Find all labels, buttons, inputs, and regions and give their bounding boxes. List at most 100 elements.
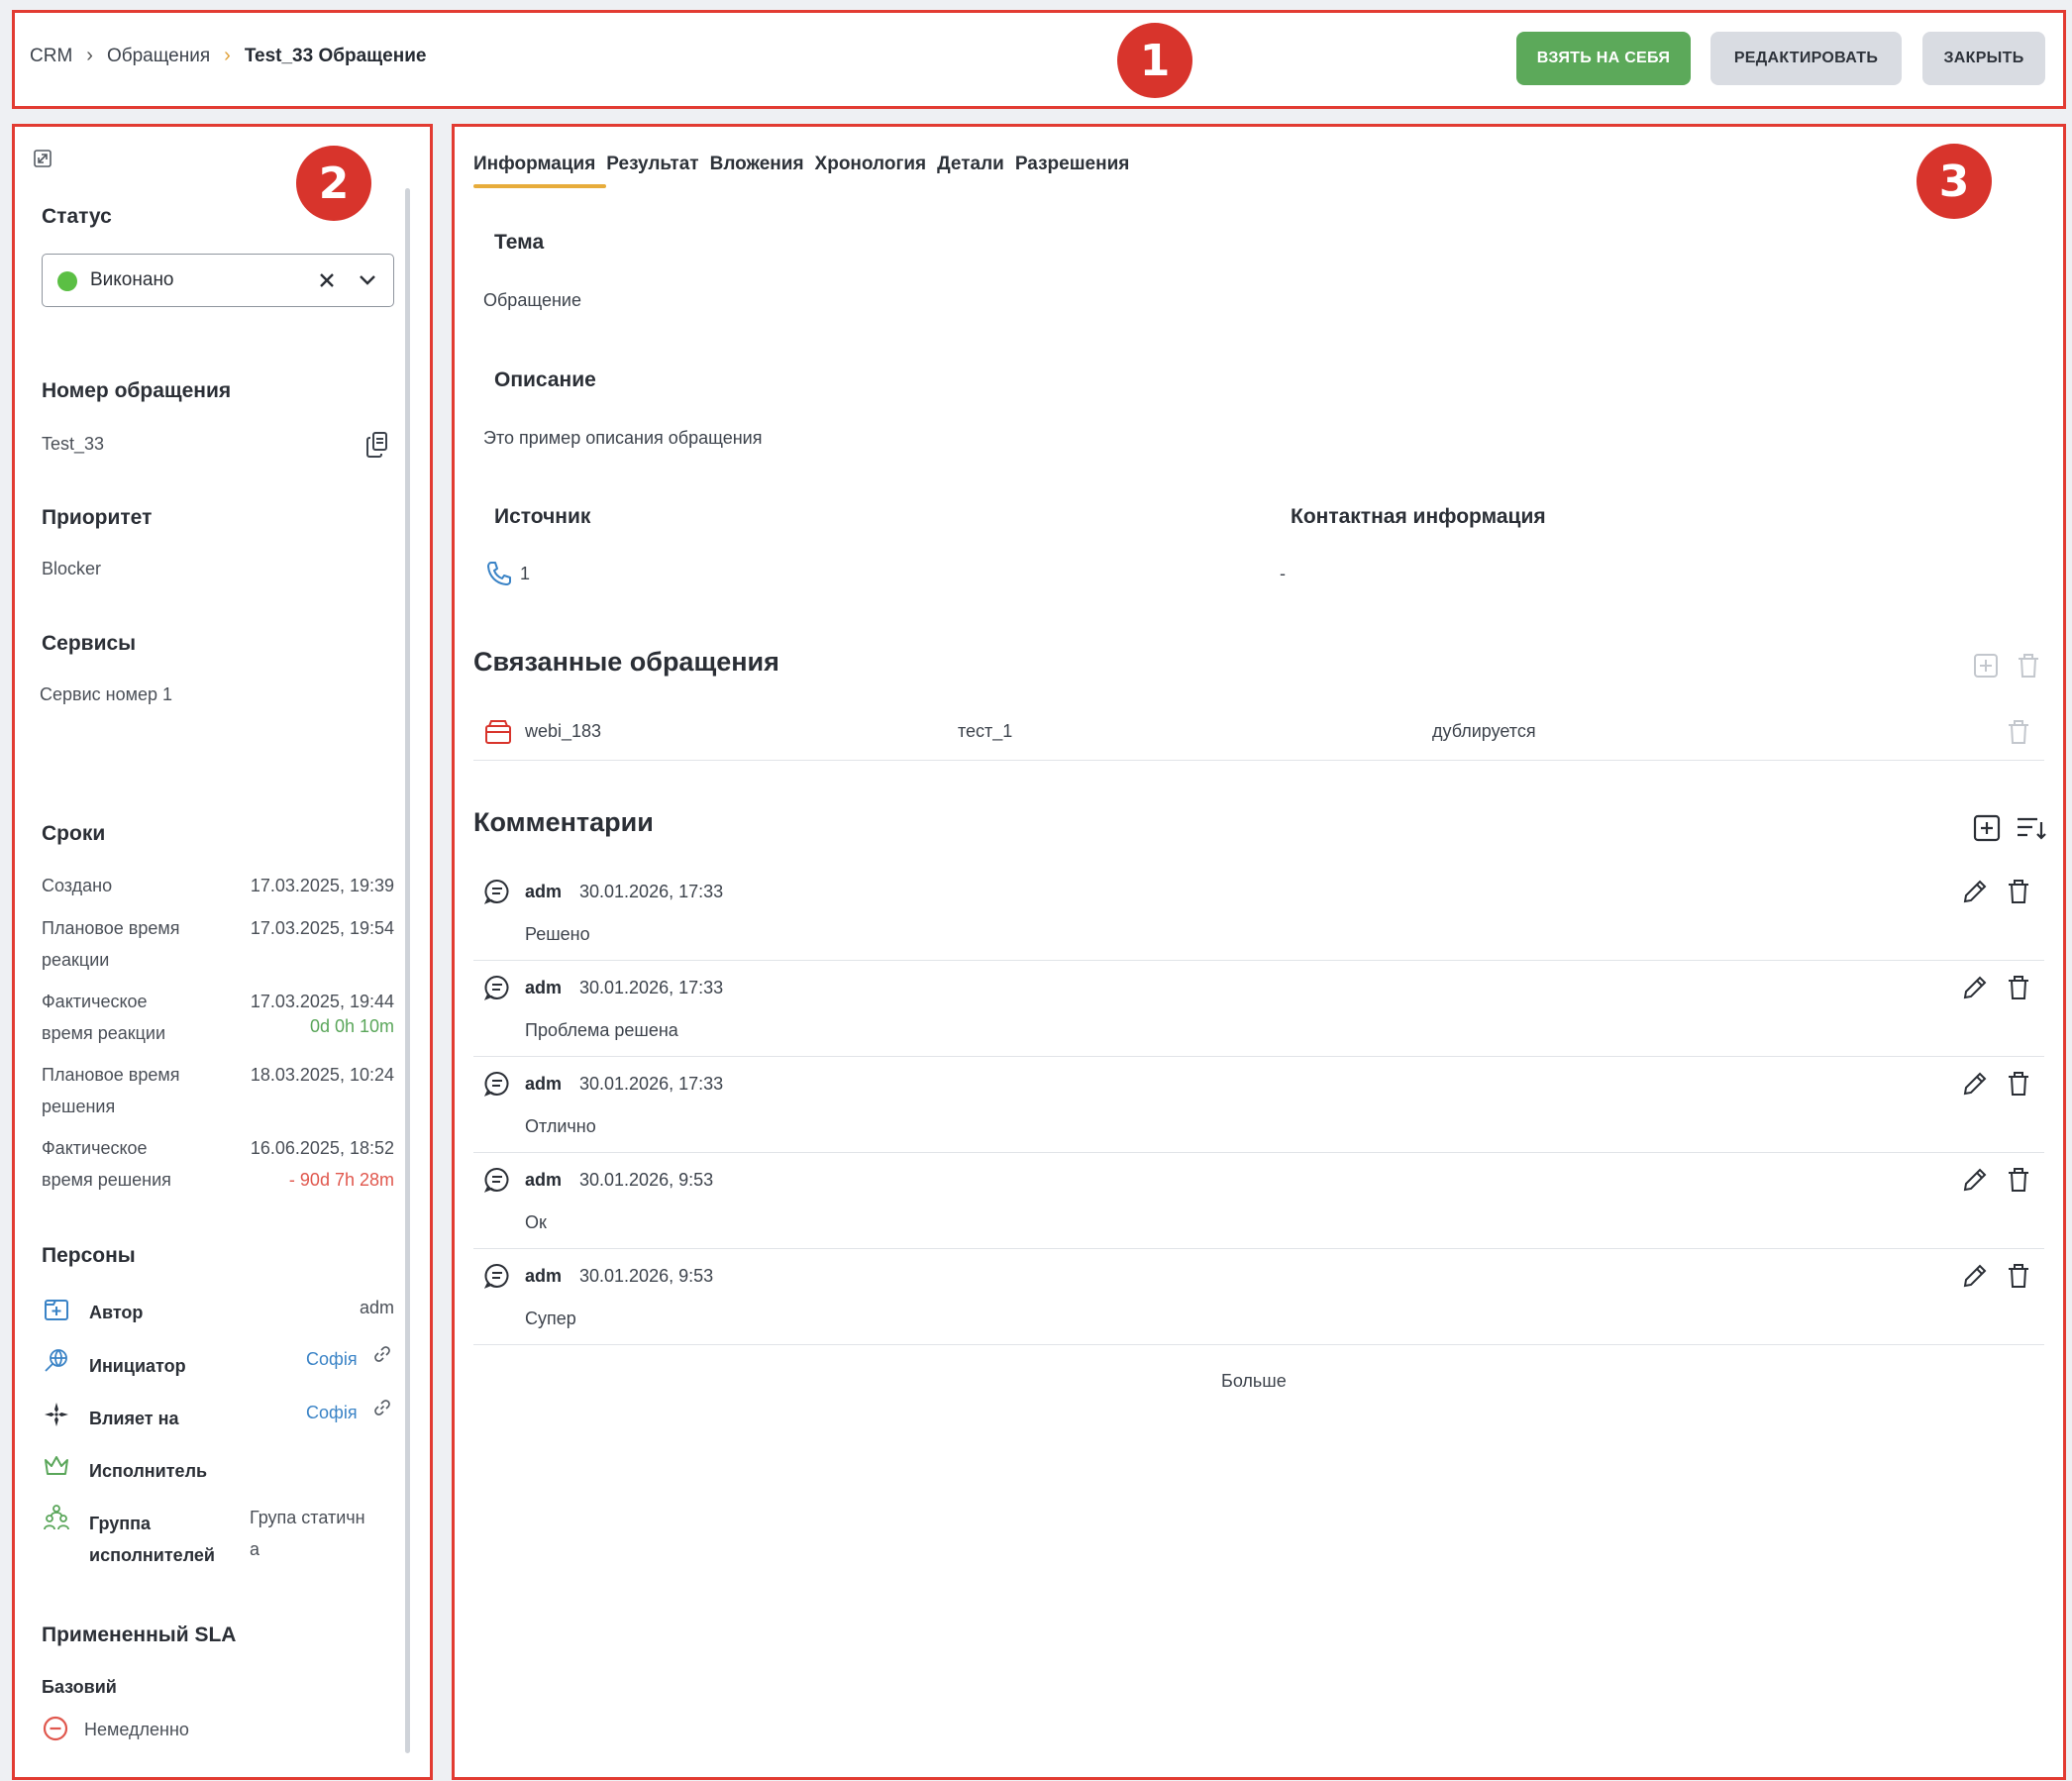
comment-author: adm xyxy=(525,1170,563,1190)
comment-author: adm xyxy=(525,978,563,997)
chevron-down-icon[interactable] xyxy=(358,272,377,288)
priority-value: Blocker xyxy=(42,559,102,578)
affects-link[interactable]: Софія xyxy=(306,1403,358,1423)
services-label: Сервисы xyxy=(42,632,137,655)
edit-icon[interactable] xyxy=(1961,1070,1989,1098)
add-comment-icon[interactable] xyxy=(1973,814,2001,842)
comment-icon xyxy=(483,1070,511,1098)
divider xyxy=(473,1152,2044,1153)
actual-solution-label-2: время решения xyxy=(42,1170,171,1190)
tab-attachments[interactable]: Вложения xyxy=(710,154,804,175)
related-title: Связанные обращения xyxy=(473,647,779,677)
comment-icon xyxy=(483,1166,511,1194)
related-name: тест_1 xyxy=(958,721,1013,741)
annotation-badge-1: 1 xyxy=(1117,23,1192,98)
priority-label: Приоритет xyxy=(42,506,153,529)
comment-text: Решено xyxy=(525,924,590,944)
clear-icon[interactable] xyxy=(318,271,336,289)
topic-value: Обращение xyxy=(483,290,581,310)
tab-result[interactable]: Результат xyxy=(606,154,698,175)
link-icon[interactable] xyxy=(374,1346,390,1362)
divider xyxy=(473,1056,2044,1057)
affects-icon xyxy=(43,1401,70,1428)
delete-icon[interactable] xyxy=(2006,974,2031,1001)
actual-reaction-label-2: время реакции xyxy=(42,1023,166,1043)
comment-icon xyxy=(483,878,511,905)
sort-icon[interactable] xyxy=(2016,814,2047,842)
left-panel-scrollbar[interactable] xyxy=(405,188,410,1753)
delete-icon[interactable] xyxy=(2006,1166,2031,1194)
edit-icon[interactable] xyxy=(1961,974,1989,1001)
related-id[interactable]: webi_183 xyxy=(525,721,601,742)
group-icon xyxy=(43,1504,70,1531)
author-value: adm xyxy=(359,1298,394,1317)
planned-solution-label-2: решения xyxy=(42,1097,116,1116)
tab-permissions[interactable]: Разрешения xyxy=(1015,154,1129,175)
status-select[interactable]: Виконано xyxy=(42,254,394,307)
tabs: Информация Результат Вложения Хронология… xyxy=(473,154,1129,175)
edit-button[interactable]: РЕДАКТИРОВАТЬ xyxy=(1710,32,1902,85)
comment-icon xyxy=(483,974,511,1001)
tab-information[interactable]: Информация xyxy=(473,154,595,175)
services-value: Сервис номер 1 xyxy=(40,684,172,704)
crown-icon xyxy=(43,1453,70,1479)
status-value: Виконано xyxy=(90,269,174,290)
delete-icon[interactable] xyxy=(2006,718,2031,746)
annotation-badge-3: 3 xyxy=(1917,144,1992,219)
comment-author: adm xyxy=(525,1074,563,1094)
author-icon xyxy=(43,1295,70,1322)
actual-solution-label: Фактическое xyxy=(42,1138,148,1158)
comment-icon xyxy=(483,1262,511,1290)
link-icon[interactable] xyxy=(374,1400,390,1415)
comment-author: adm xyxy=(525,882,563,901)
divider xyxy=(473,1344,2044,1345)
breadcrumb-crm[interactable]: CRM xyxy=(30,46,72,67)
group-label-2: исполнителей xyxy=(89,1545,215,1565)
description-label: Описание xyxy=(494,368,596,391)
sla-value: Немедленно xyxy=(84,1720,189,1739)
sla-label: Примененный SLA xyxy=(42,1624,237,1646)
status-dot xyxy=(57,271,77,291)
group-label: Группа xyxy=(89,1514,152,1533)
breadcrumb-requests[interactable]: Обращения xyxy=(107,46,210,67)
breadcrumb-separator: › xyxy=(224,45,231,66)
delete-icon[interactable] xyxy=(2006,1262,2031,1290)
comment-time: 30.01.2026, 17:33 xyxy=(579,978,724,997)
created-label: Создано xyxy=(42,876,113,895)
delete-icon[interactable] xyxy=(2006,878,2031,905)
related-relation: дублируется xyxy=(1432,721,1536,741)
comments-title: Комментарии xyxy=(473,807,654,837)
comment-time: 30.01.2026, 9:53 xyxy=(579,1170,714,1190)
tab-details[interactable]: Детали xyxy=(937,154,1004,175)
main-panel xyxy=(452,124,2066,1780)
ticket-icon xyxy=(484,718,512,746)
phone-icon xyxy=(485,560,513,587)
contact-label: Контактная информация xyxy=(1291,505,1546,528)
divider xyxy=(473,960,2044,961)
divider xyxy=(473,1248,2044,1249)
tab-chronology[interactable]: Хронология xyxy=(815,154,927,175)
initiator-link[interactable]: Софія xyxy=(306,1349,358,1370)
copy-icon[interactable] xyxy=(365,431,389,459)
number-label: Номер обращения xyxy=(42,379,232,402)
number-value: Test_33 xyxy=(42,434,105,454)
actual-reaction-label: Фактическое xyxy=(42,992,148,1011)
contact-value: - xyxy=(1280,564,1286,583)
more-link[interactable]: Больше xyxy=(1221,1371,1287,1392)
edit-icon[interactable] xyxy=(1961,1262,1989,1290)
comment-text: Отлично xyxy=(525,1116,596,1136)
collapse-panel-icon[interactable] xyxy=(33,149,52,168)
add-related-icon[interactable] xyxy=(1973,653,1999,679)
close-button[interactable]: ЗАКРЫТЬ xyxy=(1922,32,2045,85)
delete-related-icon[interactable] xyxy=(2016,652,2041,680)
take-button[interactable]: ВЗЯТЬ НА СЕБЯ xyxy=(1516,32,1691,85)
executor-label: Исполнитель xyxy=(89,1461,208,1481)
edit-icon[interactable] xyxy=(1961,1166,1989,1194)
sla-name: Базовий xyxy=(42,1677,117,1697)
actual-solution-delta: - 90d 7h 28m xyxy=(288,1170,394,1190)
breadcrumb-separator: › xyxy=(86,45,93,66)
actual-reaction-value: 17.03.2025, 19:44 xyxy=(250,992,394,1011)
status-label: Статус xyxy=(42,205,112,228)
delete-icon[interactable] xyxy=(2006,1070,2031,1098)
edit-icon[interactable] xyxy=(1961,878,1989,905)
